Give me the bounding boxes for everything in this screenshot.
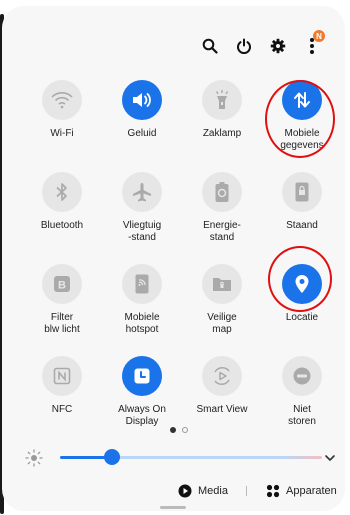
- tile-label: Smart View: [196, 404, 248, 415]
- tile-wifi[interactable]: Wi-Fi: [22, 76, 102, 168]
- devices-grid-icon: [266, 484, 280, 498]
- hotspot-icon: [122, 264, 162, 304]
- brightness-slider[interactable]: [60, 456, 322, 459]
- tile-label: Wi-Fi: [50, 128, 74, 139]
- battery-recycle-icon: [202, 172, 242, 212]
- wifi-icon: [42, 80, 82, 120]
- play-circle-icon: [178, 484, 192, 498]
- tile-label: Mobiele hotspot: [124, 312, 160, 335]
- tile-secure-folder[interactable]: Veilige map: [182, 260, 262, 352]
- tile-mobile-data[interactable]: Mobiele gegevens: [262, 76, 342, 168]
- tile-label: Geluid: [127, 128, 157, 139]
- clock-display-icon: [122, 356, 162, 396]
- brightness-sun-icon: [24, 448, 44, 468]
- portrait-lock-icon: [282, 172, 322, 212]
- tile-label: Energie- stand: [203, 220, 241, 243]
- tile-airplane[interactable]: Vliegtuig -stand: [102, 168, 182, 260]
- tile-label: Veilige map: [207, 312, 237, 335]
- svg-text:B: B: [58, 280, 66, 292]
- brightness-control: [22, 446, 344, 470]
- devices-label: Apparaten: [286, 485, 337, 497]
- header-actions: N: [193, 30, 329, 58]
- tile-label: Vliegtuig -stand: [122, 220, 162, 243]
- tile-label: Filter blw licht: [44, 312, 80, 335]
- page-dot-inactive: [182, 427, 188, 433]
- expand-chevron-icon[interactable]: [322, 450, 338, 466]
- brightness-slider-thumb[interactable]: [104, 449, 121, 465]
- media-label: Media: [198, 485, 228, 497]
- gear-icon[interactable]: [261, 34, 295, 58]
- tile-label: Niet storen: [288, 404, 316, 427]
- secure-folder-icon: [202, 264, 242, 304]
- tile-blue-light[interactable]: B Filter blw licht: [22, 260, 102, 352]
- media-button[interactable]: Media: [178, 484, 228, 498]
- tile-label: Staand: [286, 220, 318, 231]
- minus-circle-icon: [282, 356, 322, 396]
- tile-hotspot[interactable]: Mobiele hotspot: [102, 260, 182, 352]
- cast-icon: [202, 356, 242, 396]
- tile-label: Bluetooth: [40, 220, 84, 231]
- quick-settings-panel: N Wi-Fi Geluid Zaklamp Mobiele gegevens …: [2, 6, 345, 511]
- tile-nfc[interactable]: NFC: [22, 352, 102, 444]
- data-arrows-icon: [282, 80, 322, 120]
- tile-flashlight[interactable]: Zaklamp: [182, 76, 262, 168]
- power-icon[interactable]: [227, 34, 261, 58]
- nfc-icon: [42, 356, 82, 396]
- flashlight-icon: [202, 80, 242, 120]
- location-pin-icon: [282, 264, 322, 304]
- speaker-icon: [122, 80, 162, 120]
- bottom-separator: [246, 486, 247, 496]
- drag-handle[interactable]: [160, 506, 186, 509]
- airplane-icon: [122, 172, 162, 212]
- tile-label: Zaklamp: [202, 128, 242, 139]
- tile-location[interactable]: Locatie: [262, 260, 342, 352]
- page-indicator[interactable]: [170, 427, 188, 433]
- tile-sound[interactable]: Geluid: [102, 76, 182, 168]
- quick-tile-grid: Wi-Fi Geluid Zaklamp Mobiele gegevens Bl…: [22, 76, 342, 444]
- page-dot-active: [170, 427, 176, 433]
- tile-label: Mobiele gegevens: [280, 128, 324, 151]
- bottom-bar: Media Apparaten: [2, 482, 345, 504]
- bluetooth-icon: [42, 172, 82, 212]
- notification-badge: N: [313, 30, 325, 42]
- tile-label: NFC: [51, 404, 73, 415]
- blue-light-filter-icon: B: [42, 264, 82, 304]
- tile-label: Always On Display: [118, 404, 166, 427]
- tile-label: Locatie: [285, 312, 319, 323]
- search-icon[interactable]: [193, 34, 227, 58]
- tile-power-saving[interactable]: Energie- stand: [182, 168, 262, 260]
- devices-button[interactable]: Apparaten: [266, 484, 337, 498]
- tile-bluetooth[interactable]: Bluetooth: [22, 168, 102, 260]
- tile-smart-view[interactable]: Smart View: [182, 352, 262, 444]
- tile-standing[interactable]: Staand: [262, 168, 342, 260]
- more-options-icon[interactable]: N: [295, 30, 329, 58]
- tile-dnd[interactable]: Niet storen: [262, 352, 342, 444]
